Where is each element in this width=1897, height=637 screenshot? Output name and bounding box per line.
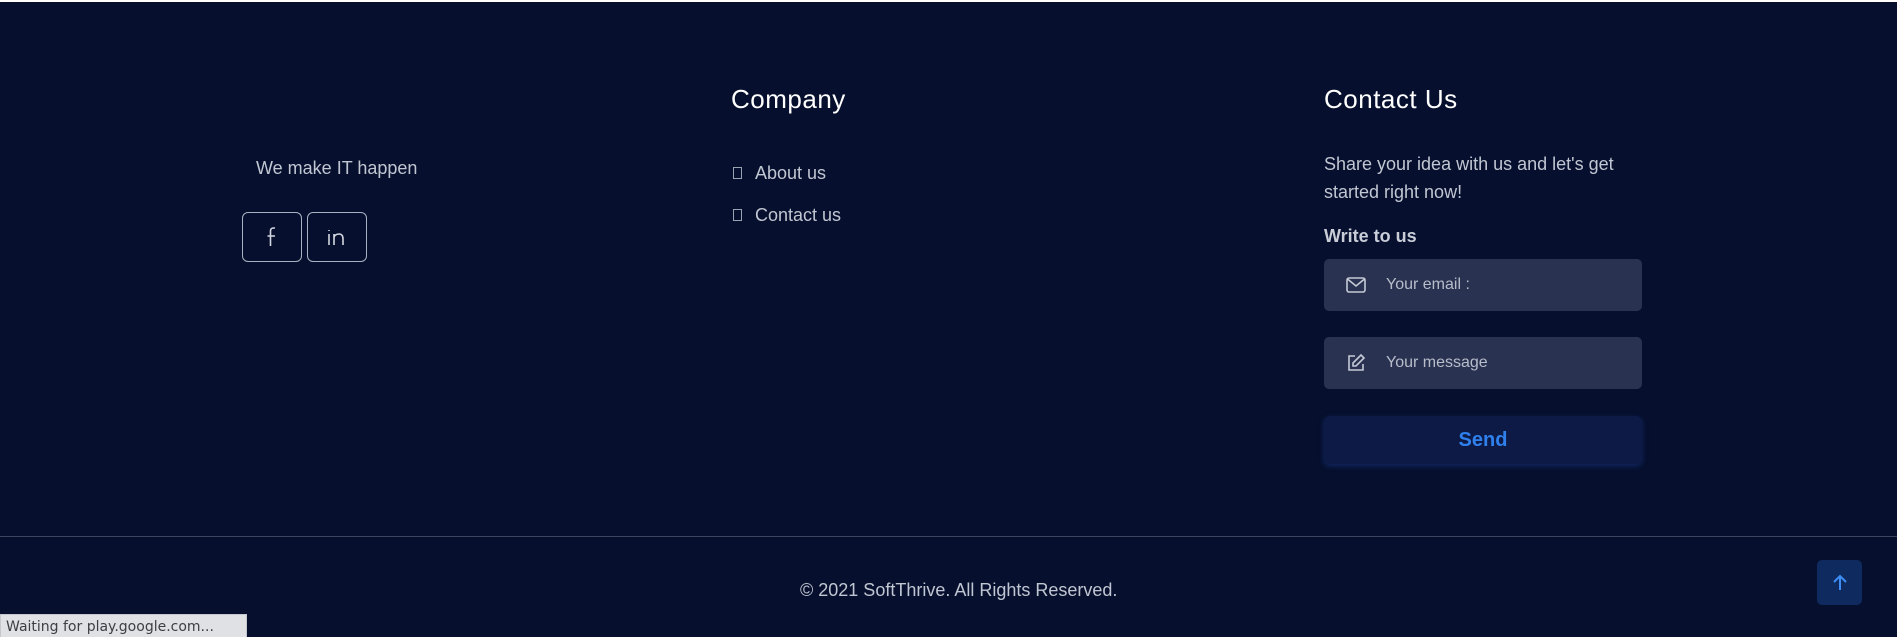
link-bullet-icon [733,167,742,179]
contact-us-link[interactable]: Contact us [731,194,841,236]
send-button[interactable]: Send [1324,416,1642,464]
contact-heading: Contact Us [1324,84,1458,114]
footer-section: We make IT happen Company About us Conta… [0,0,1897,637]
about-us-link[interactable]: About us [731,152,841,194]
copyright-text: © 2021 SoftThrive. All Rights Reserved. [800,580,1118,600]
browser-status-bar: Waiting for play.google.com... [0,614,247,637]
write-to-us-label: Write to us [1324,226,1417,246]
linkedin-button[interactable] [307,212,367,262]
company-heading: Company [731,84,846,114]
message-field-wrapper [1324,337,1642,389]
social-links [242,212,367,262]
contact-us-label: Contact us [755,204,842,225]
edit-icon [1346,353,1366,373]
facebook-icon [267,227,275,246]
contact-description: Share your idea with us and let's get st… [1324,154,1614,202]
brand-tagline: We make IT happen [256,158,418,178]
company-links: About us Contact us [731,152,841,236]
linkedin-icon [328,230,344,245]
message-input[interactable] [1386,354,1626,372]
footer-divider [0,536,1897,537]
link-bullet-icon [733,209,742,221]
mail-icon [1346,275,1366,295]
arrow-up-icon [1832,574,1847,590]
facebook-button[interactable] [242,212,302,262]
email-input[interactable] [1386,276,1626,294]
email-field-wrapper [1324,259,1642,311]
back-to-top-button[interactable] [1817,560,1862,605]
about-us-label: About us [755,162,827,183]
